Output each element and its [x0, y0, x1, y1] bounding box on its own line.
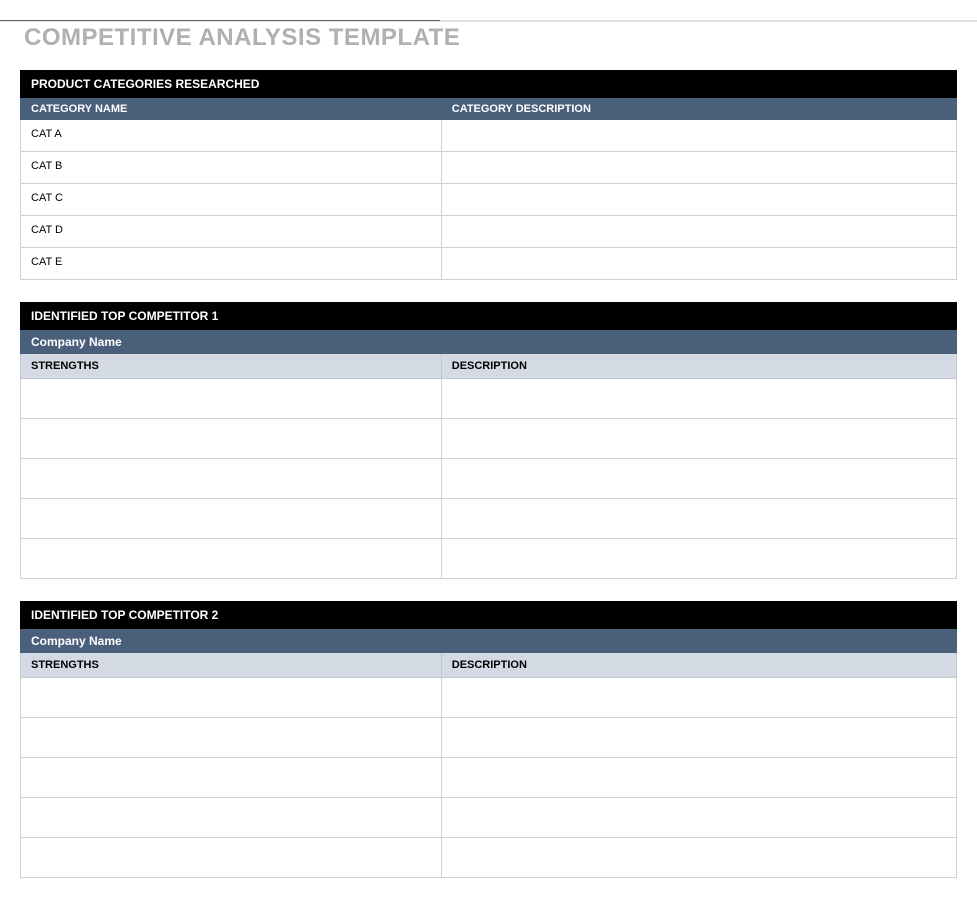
category-row[interactable]: CAT E [20, 248, 957, 280]
desc-cell [442, 838, 956, 877]
competitor2-section: IDENTIFIED TOP COMPETITOR 2 Company Name… [20, 601, 957, 878]
strength-cell [21, 718, 442, 757]
col-strengths: STRENGTHS [21, 354, 442, 378]
desc-cell [442, 539, 956, 578]
category-name-cell: CAT A [21, 120, 442, 151]
category-row[interactable]: CAT A [20, 120, 957, 152]
col-description: DESCRIPTION [442, 653, 956, 677]
desc-cell [442, 678, 956, 717]
competitor2-company-label: Company Name [20, 629, 957, 653]
top-border [0, 20, 977, 22]
strength-cell [21, 678, 442, 717]
category-desc-cell [442, 216, 956, 247]
strength-cell [21, 419, 442, 458]
category-desc-cell [442, 184, 956, 215]
competitor1-column-header: STRENGTHS DESCRIPTION [20, 354, 957, 379]
category-row[interactable]: CAT C [20, 184, 957, 216]
competitor2-row[interactable] [20, 718, 957, 758]
category-row[interactable]: CAT B [20, 152, 957, 184]
strength-cell [21, 379, 442, 418]
col-strengths: STRENGTHS [21, 653, 442, 677]
col-category-desc: CATEGORY DESCRIPTION [442, 98, 956, 120]
competitor1-row[interactable] [20, 419, 957, 459]
competitor1-section: IDENTIFIED TOP COMPETITOR 1 Company Name… [20, 302, 957, 579]
desc-cell [442, 758, 956, 797]
category-name-cell: CAT B [21, 152, 442, 183]
competitor2-row[interactable] [20, 798, 957, 838]
categories-section: PRODUCT CATEGORIES RESEARCHED CATEGORY N… [20, 70, 957, 280]
desc-cell [442, 419, 956, 458]
category-name-cell: CAT D [21, 216, 442, 247]
category-desc-cell [442, 120, 956, 151]
competitor1-row[interactable] [20, 459, 957, 499]
competitor1-row[interactable] [20, 379, 957, 419]
desc-cell [442, 798, 956, 837]
strength-cell [21, 499, 442, 538]
category-name-cell: CAT C [21, 184, 442, 215]
strength-cell [21, 838, 442, 877]
desc-cell [442, 499, 956, 538]
desc-cell [442, 718, 956, 757]
category-desc-cell [442, 152, 956, 183]
strength-cell [21, 758, 442, 797]
col-category-name: CATEGORY NAME [21, 98, 442, 120]
categories-column-header: CATEGORY NAME CATEGORY DESCRIPTION [20, 98, 957, 120]
category-name-cell: CAT E [21, 248, 442, 279]
categories-header: PRODUCT CATEGORIES RESEARCHED [20, 70, 957, 98]
competitor1-company-label: Company Name [20, 330, 957, 354]
strength-cell [21, 459, 442, 498]
strength-cell [21, 798, 442, 837]
category-desc-cell [442, 248, 956, 279]
competitor1-header: IDENTIFIED TOP COMPETITOR 1 [20, 302, 957, 330]
competitor2-row[interactable] [20, 838, 957, 878]
desc-cell [442, 459, 956, 498]
competitor2-header: IDENTIFIED TOP COMPETITOR 2 [20, 601, 957, 629]
competitor2-row[interactable] [20, 758, 957, 798]
competitor2-column-header: STRENGTHS DESCRIPTION [20, 653, 957, 678]
competitor1-row[interactable] [20, 539, 957, 579]
competitor1-row[interactable] [20, 499, 957, 539]
strength-cell [21, 539, 442, 578]
category-row[interactable]: CAT D [20, 216, 957, 248]
competitor2-row[interactable] [20, 678, 957, 718]
desc-cell [442, 379, 956, 418]
col-description: DESCRIPTION [442, 354, 956, 378]
page-title: COMPETITIVE ANALYSIS TEMPLATE [24, 24, 957, 52]
